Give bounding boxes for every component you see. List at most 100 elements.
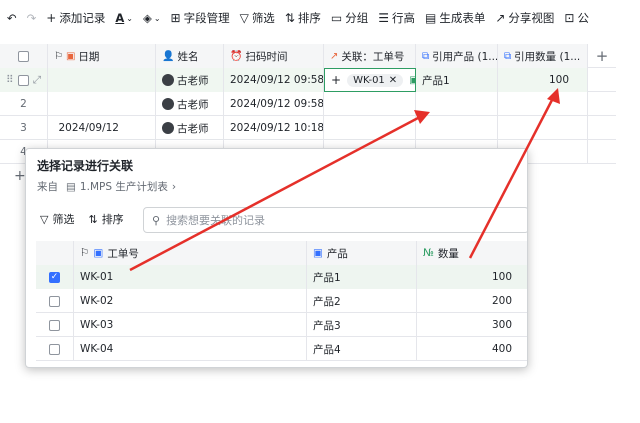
name-cell[interactable]: 古老师 [156, 68, 224, 92]
product-cell: 产品1 [307, 265, 417, 289]
field-manage-button[interactable]: ⊞ 字段管理 [166, 6, 235, 30]
name-cell[interactable]: 古老师 [156, 116, 224, 140]
ref-quantity-cell[interactable] [498, 116, 588, 140]
group-button[interactable]: ▭ 分组 [326, 6, 373, 30]
generate-form-button[interactable]: ▤ 生成表单 [420, 6, 490, 30]
column-header-ref-quantity[interactable]: ⧉ 引用数量 (1... [498, 44, 588, 68]
row-height-button[interactable]: ☰ 行高 [373, 6, 420, 30]
drag-handle-icon[interactable]: ⠿ [6, 74, 14, 86]
quantity-cell: 200 [417, 289, 527, 313]
column-header-order-no[interactable]: ⚐ ▣ 工单号 [74, 241, 307, 265]
list-item[interactable]: WK-04 产品4 400 [36, 337, 527, 361]
link-icon: ↗ [330, 50, 339, 62]
row-checkbox-cell[interactable] [36, 337, 74, 361]
plus-icon: + [46, 11, 57, 25]
scan-time-cell[interactable]: 2024/09/12 09:58 [224, 92, 324, 116]
lookup-icon: ⧉ [422, 50, 430, 62]
ref-product-cell[interactable] [416, 92, 498, 116]
sort-button[interactable]: ⇅ 排序 [280, 6, 326, 30]
person-icon: 👤 [162, 50, 175, 62]
row-handle[interactable]: ⠿ ⤢ [0, 68, 48, 92]
column-header-name[interactable]: 👤 姓名 [156, 44, 224, 68]
checkbox[interactable] [49, 343, 60, 355]
add-row-plus-icon[interactable]: + [14, 168, 26, 184]
undo-icon[interactable]: ↶ [2, 6, 22, 30]
text-color-button[interactable]: A ⌄ [110, 6, 138, 30]
ref-product-cell[interactable] [416, 116, 498, 140]
dialog-toolbar: ▽ 筛选 ⇅ 排序 [40, 211, 138, 227]
dialog-sort-button[interactable]: ⇅ 排序 [88, 211, 123, 227]
date-icon: ▣ [65, 50, 76, 62]
quantity-cell: 100 [417, 265, 527, 289]
add-record-button[interactable]: + 添加记录 [41, 6, 110, 30]
list-item[interactable]: ✓ WK-01 产品1 100 [36, 265, 527, 289]
flag-icon: ⚐ [54, 50, 63, 62]
select-all-cell[interactable] [0, 44, 48, 68]
table-row[interactable]: 2 古老师 2024/09/12 09:58 [0, 92, 616, 116]
sort-icon: ⇅ [88, 212, 98, 226]
dialog-filter-button[interactable]: ▽ 筛选 [40, 211, 74, 227]
name-cell[interactable]: 古老师 [156, 92, 224, 116]
number-field-icon: № [423, 247, 434, 259]
search-input[interactable]: ⚲ 搜索想要关联的记录 [143, 207, 527, 233]
filter-button[interactable]: ▽ 筛选 [235, 6, 280, 30]
link-cell[interactable] [324, 116, 416, 140]
select-all-cell[interactable] [36, 241, 74, 265]
link-tag[interactable]: WK-01 ✕ [347, 73, 404, 87]
plus-icon[interactable]: + [331, 73, 341, 87]
column-header-quantity[interactable]: № 数量 [417, 241, 527, 265]
avatar [162, 74, 174, 86]
checkbox[interactable] [49, 319, 60, 331]
link-cell[interactable]: + WK-01✕ ▣ [324, 68, 416, 92]
fill-color-button[interactable]: ◈ ⌄ [138, 6, 166, 30]
table-row[interactable]: ⠿⤢ 古老师 2024/09/12 09:58 +WK-01✕▣ 产品1 100 [0, 68, 616, 92]
quantity-cell: 300 [417, 313, 527, 337]
table-icon: ▤ [66, 180, 76, 193]
share-icon: ↗ [495, 11, 506, 25]
date-cell[interactable] [48, 92, 156, 116]
add-column-button[interactable]: + [588, 44, 616, 68]
close-icon[interactable]: ✕ [389, 75, 397, 86]
avatar [162, 122, 174, 134]
table-row[interactable]: 3 2024/09/12 古老师 2024/09/12 10:18 [0, 116, 616, 140]
column-header-ref-product[interactable]: ⧉ 引用产品 (1... [416, 44, 498, 68]
checkbox-checked[interactable]: ✓ [49, 271, 60, 283]
chevron-down-icon: ⌄ [126, 13, 133, 23]
ref-quantity-cell[interactable] [498, 92, 588, 116]
expand-icon[interactable]: ⤢ [33, 74, 41, 87]
share-view-button[interactable]: ↗ 分享视图 [490, 6, 559, 30]
expand-link-icon[interactable]: ▣ [409, 75, 415, 86]
chevron-right-icon[interactable]: › [172, 181, 176, 193]
dialog-header-row: ⚐ ▣ 工单号 ▣ 产品 № 数量 [36, 241, 527, 265]
list-item[interactable]: WK-03 产品3 300 [36, 313, 527, 337]
dialog-source: 来自 ▤ 1.MPS 生产计划表 › [37, 179, 177, 194]
source-table-link[interactable]: 1.MPS 生产计划表 [80, 179, 168, 194]
column-header-scan-time[interactable]: ⏰ 扫码时间 [224, 44, 324, 68]
date-cell[interactable]: 2024/09/12 [48, 116, 156, 140]
filter-icon: ▽ [40, 212, 49, 226]
dialog-title: 选择记录进行关联 [37, 159, 134, 173]
list-item[interactable]: WK-02 产品2 200 [36, 289, 527, 313]
row-checkbox-cell[interactable] [36, 313, 74, 337]
row-checkbox[interactable] [17, 74, 29, 86]
redo-icon[interactable]: ↷ [22, 6, 42, 30]
scan-time-cell[interactable]: 2024/09/12 10:18 [224, 116, 324, 140]
row-checkbox-cell[interactable] [36, 289, 74, 313]
scan-time-cell[interactable]: 2024/09/12 09:58 [224, 68, 324, 92]
row-height-icon: ☰ [378, 11, 389, 25]
select-all-checkbox[interactable] [18, 50, 29, 62]
column-header-product[interactable]: ▣ 产品 [307, 241, 417, 265]
field-grid-icon: ⊞ [170, 11, 181, 25]
column-header-date[interactable]: ⚐ ▣ 日期 [48, 44, 156, 68]
product-cell: 产品3 [307, 313, 417, 337]
ref-quantity-cell[interactable]: 100 [498, 68, 588, 92]
search-icon: ⚲ [152, 213, 161, 227]
checkbox[interactable] [49, 295, 60, 307]
clock-icon: ⏰ [230, 50, 243, 62]
ref-product-cell[interactable]: 产品1 [416, 68, 498, 92]
row-checkbox-cell[interactable]: ✓ [36, 265, 74, 289]
column-header-link[interactable]: ↗ 关联：工单号 [324, 44, 416, 68]
more-button[interactable]: ⊡ 公 [559, 6, 594, 30]
date-cell[interactable] [48, 68, 156, 92]
link-cell[interactable] [324, 92, 416, 116]
